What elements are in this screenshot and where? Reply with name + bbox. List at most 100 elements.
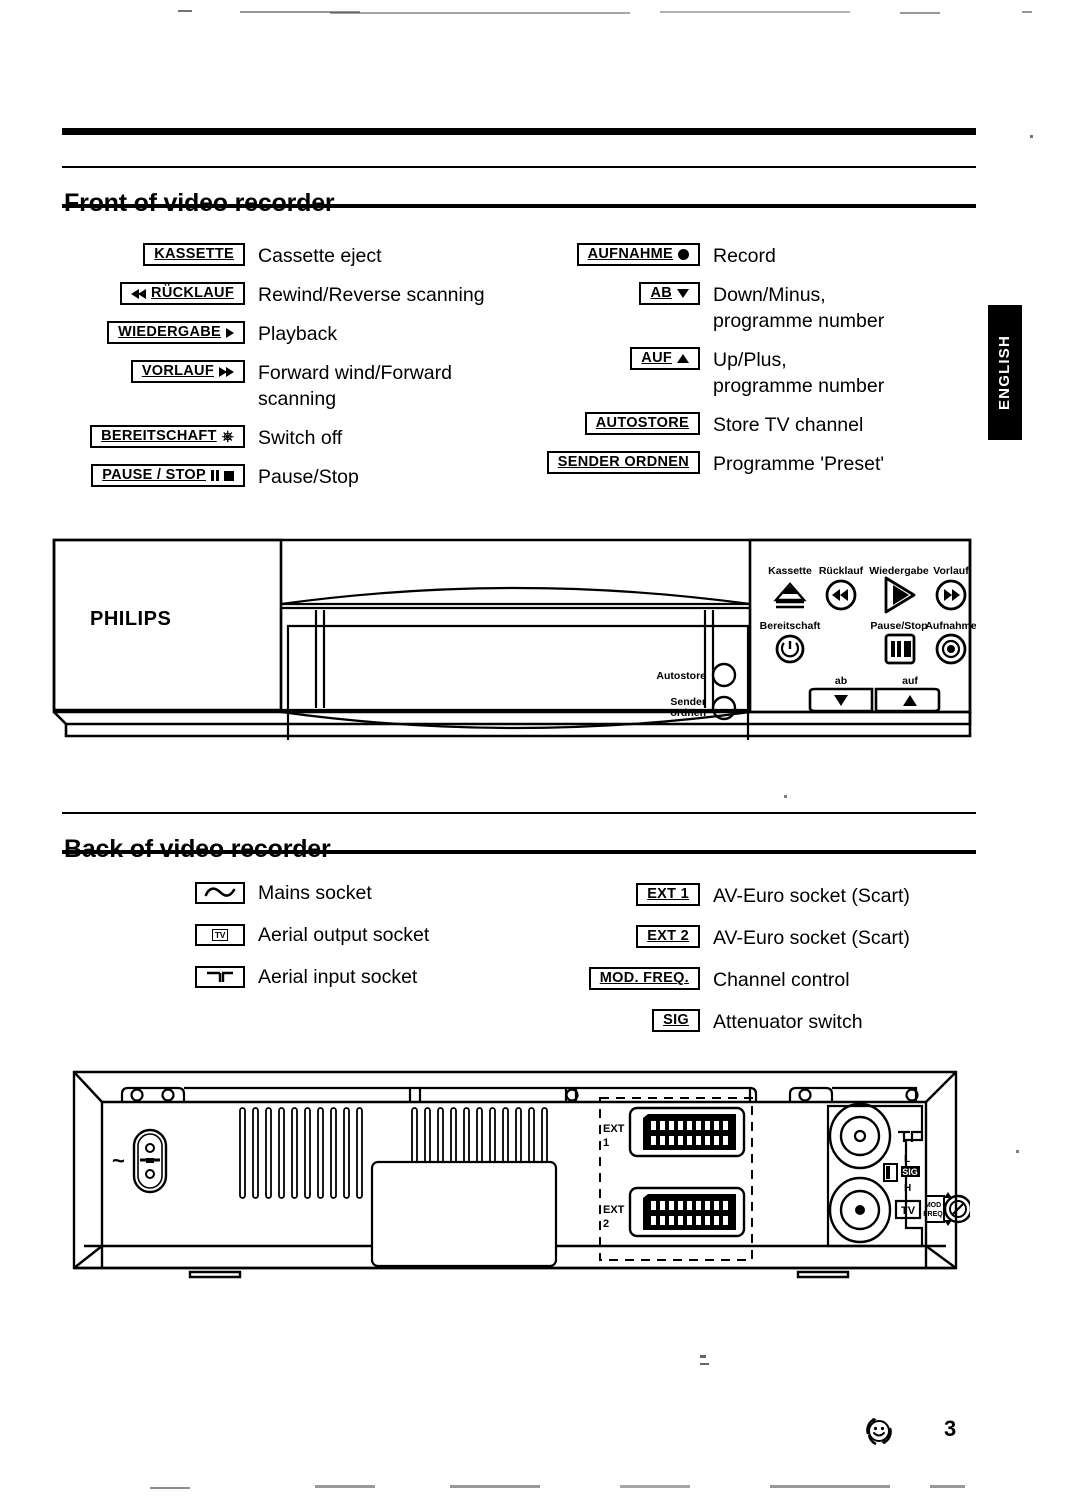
page-number: 3	[944, 1416, 957, 1441]
legend-desc: Switch off	[258, 427, 343, 449]
fast-forward-icon	[219, 366, 234, 377]
front-legend-right: AUFNAHME Record AB Down/Minus, programme…	[545, 243, 975, 477]
scan-artifact	[700, 1355, 706, 1358]
svg-text:EXT: EXT	[603, 1204, 625, 1216]
stop-icon	[224, 470, 234, 481]
key-sig[interactable]: SIG	[652, 1009, 700, 1032]
legend-row: SIG Attenuator switch	[545, 1009, 975, 1035]
svg-text:Rücklauf: Rücklauf	[819, 565, 864, 577]
svg-text:ab: ab	[835, 675, 847, 687]
back-heading-rule-bottom	[62, 850, 976, 854]
legend-desc: AV-Euro socket (Scart)	[713, 885, 910, 907]
scan-artifact	[900, 12, 940, 14]
back-panel-illustration: ~ EXT 1 EXT 2 SIG L H TV MOD FREQ	[60, 1058, 970, 1288]
triangle-down-icon	[677, 289, 689, 298]
svg-text:ordnen: ordnen	[670, 707, 706, 719]
key-autostore[interactable]: AUTOSTORE	[584, 412, 700, 435]
top-bar	[62, 128, 976, 135]
language-side-tab-label: ENGLISH	[996, 334, 1014, 411]
legend-row: TV Aerial output socket	[70, 922, 530, 948]
svg-text:Vorlauf: Vorlauf	[933, 565, 969, 577]
legend-desc: Programme 'Preset'	[713, 453, 885, 475]
scan-artifact	[700, 1363, 709, 1365]
up-rocker	[874, 687, 941, 713]
legend-desc: Record	[713, 245, 776, 267]
scan-artifact	[1016, 1150, 1019, 1153]
aerial-input-icon	[195, 966, 245, 988]
legend-row: AB Down/Minus, programme number	[545, 282, 975, 334]
rewind-button	[825, 579, 857, 611]
legend-desc: Pause/Stop	[258, 466, 359, 488]
key-ext-2: EXT 2	[636, 925, 700, 948]
legend-desc: Playback	[258, 323, 338, 345]
key-wiedergabe[interactable]: WIEDERGABE	[107, 321, 245, 344]
key-auf[interactable]: AUF	[630, 347, 700, 370]
mains-tilde: ~	[112, 1148, 125, 1173]
scan-artifact	[178, 10, 192, 12]
aerial-out-socket	[828, 1176, 892, 1244]
svg-text:2: 2	[603, 1218, 609, 1230]
play-icon	[226, 327, 234, 338]
legend-row: RÜCKLAUF Rewind/Reverse scanning	[70, 282, 530, 308]
key-rucklauf[interactable]: RÜCKLAUF	[120, 282, 245, 305]
legend-desc: Rewind/Reverse scanning	[258, 284, 485, 306]
scan-artifact	[784, 795, 787, 798]
scan-artifact	[1022, 11, 1032, 13]
key-sender-ordnen[interactable]: SENDER ORDNEN	[546, 451, 700, 474]
legend-desc: Attenuator switch	[713, 1011, 863, 1033]
legend-desc: Cassette eject	[258, 245, 382, 267]
front-panel-illustration: PHILIPS Autostore Sender ordnen Kassette…	[48, 522, 976, 740]
autostore-button	[711, 662, 737, 688]
legend-row: EXT 1 AV-Euro socket (Scart)	[545, 883, 975, 909]
svg-text:Autostore: Autostore	[656, 670, 706, 682]
record-button	[935, 633, 967, 665]
tv-output-symbol: TV	[894, 1199, 922, 1220]
triangle-up-icon	[677, 354, 689, 363]
legend-desc: Mains socket	[258, 882, 372, 904]
key-mod-freq[interactable]: MOD. FREQ.	[588, 967, 700, 990]
forward-button	[935, 579, 967, 611]
eject-button	[773, 582, 807, 609]
legend-row: EXT 2 AV-Euro socket (Scart)	[545, 925, 975, 951]
legend-row: AUTOSTORE Store TV channel	[545, 412, 975, 438]
play-button	[884, 576, 916, 614]
language-side-tab: ENGLISH	[988, 305, 1022, 440]
svg-text:SIG: SIG	[902, 1167, 918, 1177]
key-aufnahme[interactable]: AUFNAHME	[576, 243, 700, 266]
down-rocker	[808, 687, 874, 713]
scan-artifact	[1030, 135, 1033, 138]
legend-desc: Aerial output socket	[258, 924, 430, 946]
key-vorlauf[interactable]: VORLAUF	[130, 360, 245, 383]
svg-text:TV: TV	[901, 1205, 916, 1217]
legend-row: KASSETTE Cassette eject	[70, 243, 530, 269]
key-bereitschaft[interactable]: BEREITSCHAFT ⎈	[90, 425, 245, 448]
svg-text:Pause/Stop: Pause/Stop	[870, 620, 927, 632]
svg-text:H: H	[904, 1183, 911, 1194]
legend-row: SENDER ORDNEN Programme 'Preset'	[545, 451, 975, 477]
legend-desc: Down/Minus, programme number	[713, 284, 885, 332]
scan-artifact	[330, 12, 630, 14]
key-pause-stop[interactable]: PAUSE / STOP	[91, 464, 245, 487]
legend-desc: Forward wind/Forward scanning	[258, 362, 452, 410]
key-ab[interactable]: AB	[639, 282, 700, 305]
legend-row: WIEDERGABE Playback	[70, 321, 530, 347]
aerial-in-socket	[828, 1102, 892, 1170]
legend-row: Aerial input socket	[70, 964, 530, 990]
back-heading-rule-top	[62, 812, 976, 814]
recycle-smiley-icon	[862, 1414, 896, 1448]
legend-row: VORLAUF Forward wind/Forward scanning	[70, 360, 530, 412]
rewind-icon	[131, 288, 147, 299]
scan-artifact	[150, 1487, 190, 1489]
legend-desc: Up/Plus, programme number	[713, 349, 885, 397]
svg-text:L: L	[904, 1154, 910, 1165]
legend-desc: Channel control	[713, 969, 850, 991]
back-legend-right: EXT 1 AV-Euro socket (Scart) EXT 2 AV-Eu…	[545, 883, 975, 1035]
front-legend-left: KASSETTE Cassette eject RÜCKLAUF Rewind/…	[70, 243, 530, 490]
sig-attenuator-switch: SIG L H	[883, 1154, 920, 1194]
legend-desc: Store TV channel	[713, 414, 864, 436]
key-kassette[interactable]: KASSETTE	[143, 243, 245, 266]
mains-socket-icon	[195, 882, 245, 904]
legend-row: PAUSE / STOP Pause/Stop	[70, 464, 530, 490]
svg-text:Wiedergabe: Wiedergabe	[869, 565, 929, 577]
key-ext-1: EXT 1	[636, 883, 700, 906]
